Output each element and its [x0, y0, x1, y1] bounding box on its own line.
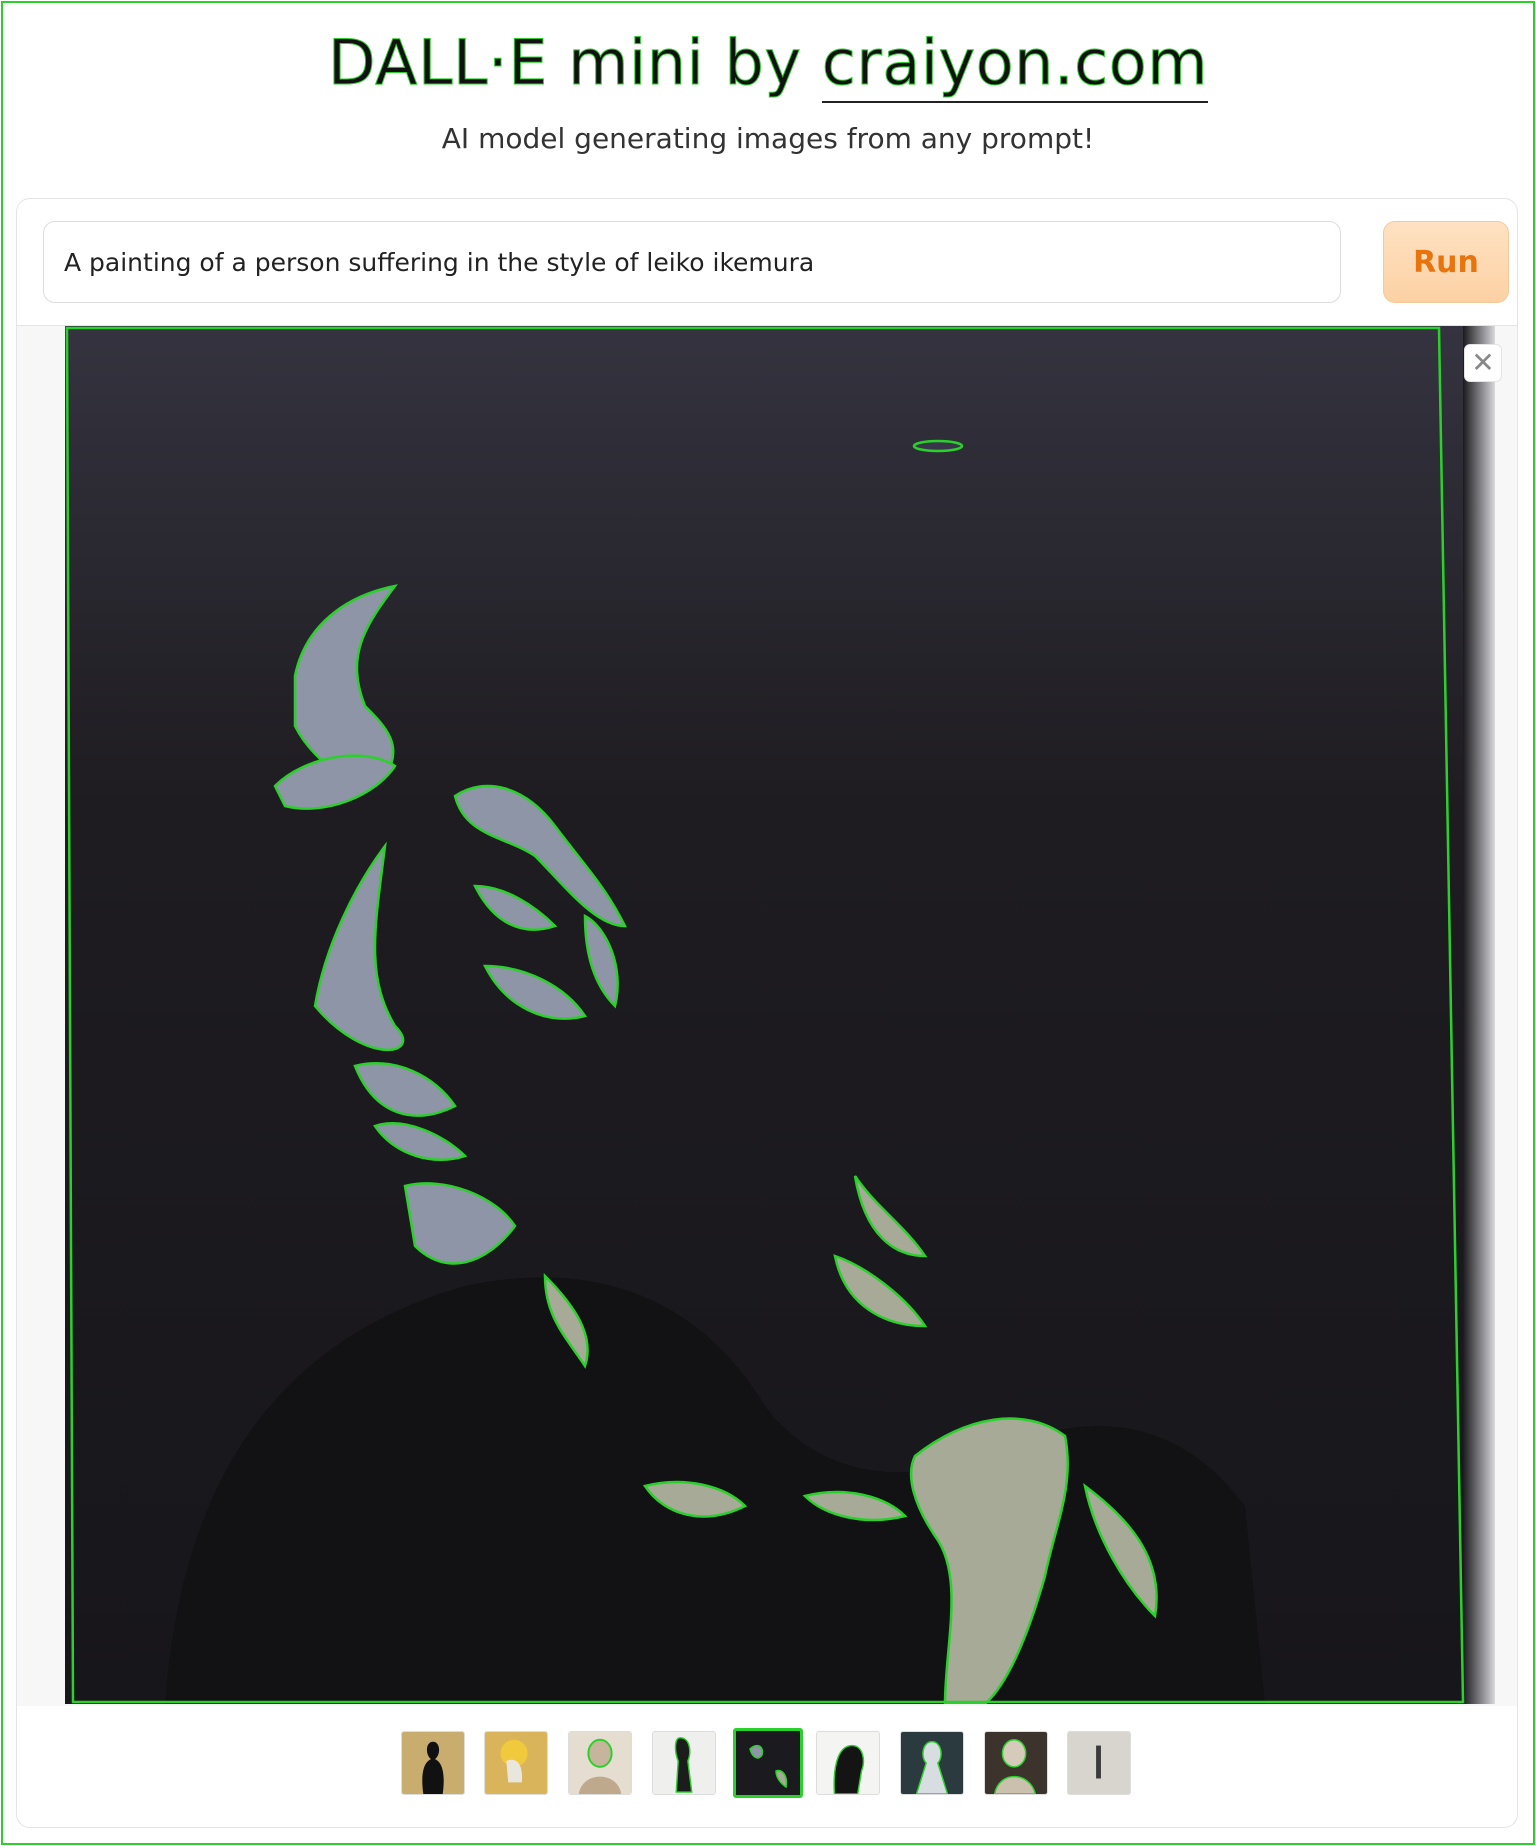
generator-panel: Run [16, 198, 1518, 1828]
thumbnail-1[interactable] [401, 1731, 465, 1795]
close-icon[interactable]: ✕ [1464, 344, 1502, 382]
thumbnail-8[interactable] [984, 1731, 1048, 1795]
header: DALL·E mini by craiyon.com AI model gene… [0, 22, 1536, 155]
image-viewer: ✕ [17, 326, 1517, 1706]
prompt-input[interactable] [43, 221, 1341, 303]
run-button[interactable]: Run [1383, 221, 1509, 303]
thumbnail-7[interactable] [900, 1731, 964, 1795]
brand-link[interactable]: craiyon.com [821, 26, 1209, 103]
thumbnail-3[interactable] [568, 1731, 632, 1795]
generated-image [65, 326, 1495, 1704]
thumbnail-4[interactable] [652, 1731, 716, 1795]
thumbnail-5[interactable] [733, 1728, 803, 1798]
thumbnail-strip [17, 1728, 1517, 1799]
title-prefix: DALL·E mini by [327, 26, 822, 100]
page-subtitle: AI model generating images from any prom… [441, 122, 1095, 155]
prompt-row: Run [43, 221, 1509, 303]
thumbnail-6[interactable] [816, 1731, 880, 1795]
thumbnail-2[interactable] [484, 1731, 548, 1795]
page-title: DALL·E mini by craiyon.com [0, 22, 1536, 104]
thumbnail-9[interactable] [1067, 1731, 1131, 1795]
